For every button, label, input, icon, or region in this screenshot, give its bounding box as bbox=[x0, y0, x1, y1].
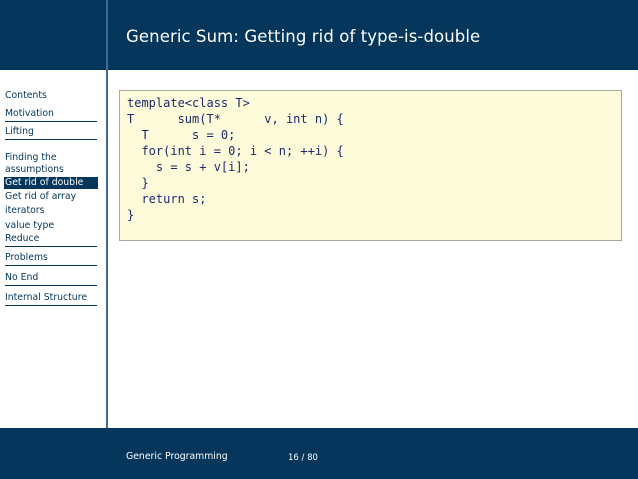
code-line: template<class T> bbox=[127, 96, 250, 110]
code-block: template<class T> T sum(T* v, int n) { T… bbox=[119, 90, 622, 241]
code-line: return s; bbox=[127, 192, 207, 206]
nav-item-reduce[interactable]: Reduce bbox=[5, 233, 97, 247]
nav-item-motivation[interactable]: Motivation bbox=[5, 108, 97, 122]
nav-item-value-type[interactable]: value type bbox=[5, 220, 97, 232]
footer-bar: Generic Programming 16 / 80 bbox=[0, 428, 638, 479]
page-number: 16 / 80 bbox=[288, 453, 318, 463]
nav-item-contents[interactable]: Contents bbox=[5, 90, 97, 102]
slide: Generic Sum: Getting rid of type-is-doub… bbox=[0, 0, 638, 479]
nav-item-assumptions[interactable]: assumptions bbox=[5, 164, 97, 176]
code-line: } bbox=[127, 208, 135, 222]
sidebar-divider bbox=[106, 0, 108, 479]
slide-title: Generic Sum: Getting rid of type-is-doub… bbox=[126, 27, 481, 46]
nav-item-no-end[interactable]: No End bbox=[5, 272, 97, 286]
nav-item-internal-structure[interactable]: Internal Structure bbox=[5, 292, 97, 306]
sidebar-nav: Contents Motivation Lifting Finding the … bbox=[0, 70, 106, 428]
nav-item-lifting[interactable]: Lifting bbox=[5, 126, 97, 140]
code-line: T s = 0; bbox=[127, 128, 236, 142]
code-line: } bbox=[127, 176, 149, 190]
nav-item-iterators[interactable]: iterators bbox=[5, 205, 97, 217]
code-line: for(int i = 0; i < n; ++i) { bbox=[127, 144, 344, 158]
code-line: s = s + v[i]; bbox=[127, 160, 250, 174]
nav-item-get-rid-of-double[interactable]: Get rid of double bbox=[4, 177, 98, 189]
code-line: T sum(T* v, int n) { bbox=[127, 112, 344, 126]
nav-item-get-rid-of-array[interactable]: Get rid of array bbox=[5, 191, 97, 203]
nav-item-problems[interactable]: Problems bbox=[5, 252, 97, 266]
footer-title: Generic Programming bbox=[126, 451, 228, 462]
header-bar: Generic Sum: Getting rid of type-is-doub… bbox=[0, 0, 638, 70]
nav-item-finding-the[interactable]: Finding the bbox=[5, 152, 97, 164]
